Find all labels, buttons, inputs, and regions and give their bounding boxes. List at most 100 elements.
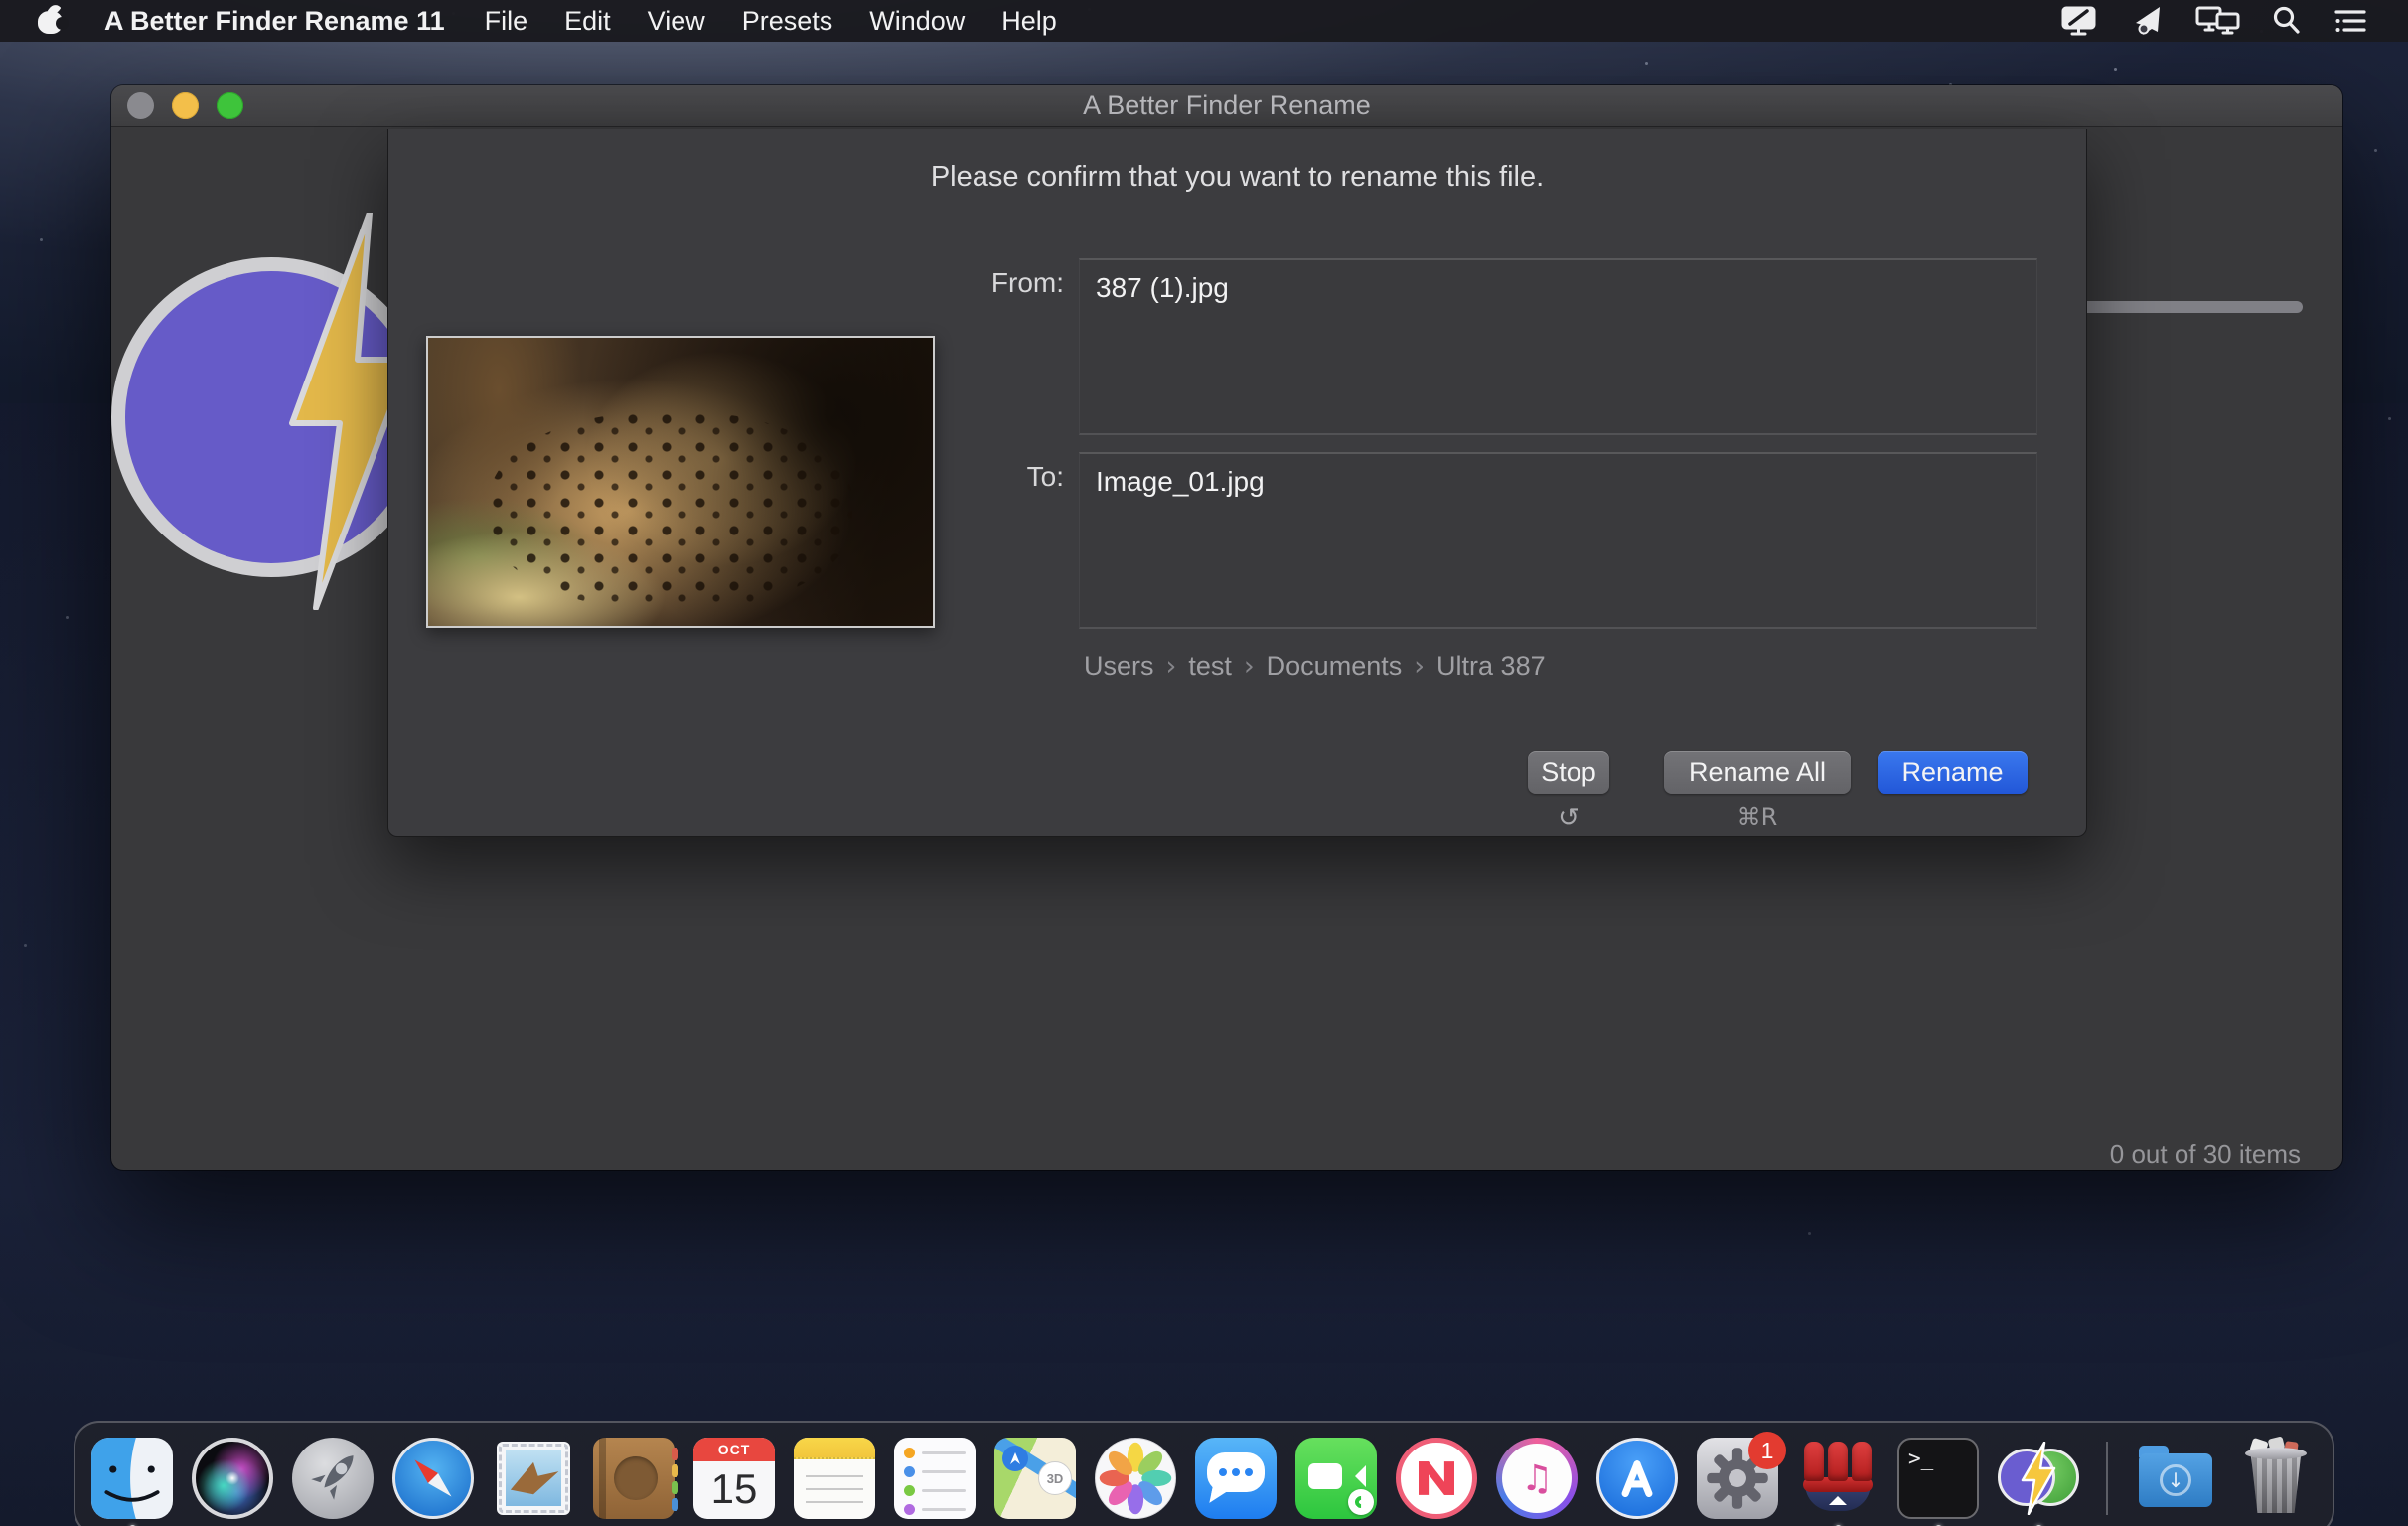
theater-seat [1804, 1442, 1824, 1481]
file-preview-image [426, 336, 935, 628]
dock-item-reminders[interactable] [894, 1438, 976, 1519]
sheet-heading: Please confirm that you want to rename t… [388, 161, 2086, 194]
dock-item-itunes[interactable]: ♫ [1496, 1438, 1578, 1519]
trash-rim [2245, 1448, 2307, 1459]
menu-presets[interactable]: Presets [742, 6, 833, 37]
breadcrumb-separator: › [1414, 651, 1425, 682]
calendar-icon: OCT 15 [693, 1438, 775, 1519]
abfr-bolt-icon [2019, 1442, 2058, 1515]
dock-item-siri[interactable] [192, 1438, 273, 1519]
contacts-book-icon [593, 1438, 675, 1519]
theater-triangle [1829, 1496, 1847, 1505]
app-store-icon [1596, 1438, 1678, 1519]
trash-basket-icon [2247, 1451, 2305, 1513]
breadcrumb-item: Documents [1267, 651, 1403, 681]
stop-button[interactable]: Stop [1528, 751, 1609, 794]
dock-item-system-preferences[interactable]: 1 [1697, 1438, 1778, 1519]
dock-item-contacts[interactable] [593, 1438, 675, 1519]
dock-item-terminal[interactable]: >_ [1897, 1438, 1979, 1519]
stop-reset-icon: ↺ [1528, 803, 1609, 833]
reminders-icon [894, 1438, 976, 1519]
star [2388, 417, 2391, 420]
itunes-note-glyph: ♫ [1502, 1444, 1572, 1513]
star [2374, 149, 2377, 152]
notification-badge: 1 [1748, 1432, 1786, 1469]
dock-item-photos[interactable] [1095, 1438, 1176, 1519]
dock-item-finder[interactable] [91, 1438, 173, 1519]
items-status-text: 0 out of 30 items [2110, 1140, 2301, 1170]
breadcrumb-item: Ultra 387 [1436, 651, 1546, 681]
safari-compass-icon [392, 1438, 474, 1519]
dock-item-notes[interactable] [794, 1438, 875, 1519]
star [2114, 68, 2117, 71]
tablet-display-icon[interactable] [2060, 5, 2100, 37]
terminal-icon: >_ [1897, 1438, 1979, 1519]
star [66, 616, 69, 619]
calendar-month: OCT [693, 1438, 775, 1461]
downloads-folder-icon: ↓ [2139, 1446, 2212, 1507]
breadcrumb-separator: › [1244, 651, 1255, 682]
window-titlebar[interactable]: A Better Finder Rename [111, 85, 2342, 127]
dock-item-better-finder-rename[interactable] [1998, 1438, 2079, 1519]
breadcrumb-item: Users [1084, 651, 1154, 681]
window-title: A Better Finder Rename [111, 90, 2342, 121]
dock-item-facetime[interactable] [1295, 1438, 1377, 1519]
star [24, 944, 27, 947]
photos-pinwheel-icon [1095, 1438, 1176, 1519]
jaguar-spots-texture [489, 412, 852, 608]
menu-edit[interactable]: Edit [564, 6, 611, 37]
menu-file[interactable]: File [485, 6, 528, 37]
rename-all-shortcut: ⌘R [1664, 803, 1851, 831]
itunes-music-icon: ♫ [1496, 1438, 1578, 1519]
star [1645, 62, 1648, 65]
apple-logo-bite [56, 17, 69, 30]
star [1808, 1232, 1811, 1235]
dock-item-theater-seats[interactable] [1797, 1438, 1879, 1519]
launchpad-rocket-icon [292, 1438, 374, 1519]
dock-item-trash[interactable] [2235, 1438, 2317, 1519]
download-arrow: ↓ [2160, 1464, 2191, 1496]
abfr-app-icon-large [111, 257, 431, 577]
maps-3d-badge: 3D [1038, 1461, 1072, 1495]
mail-stamp-icon [497, 1442, 570, 1515]
finder-icon [91, 1438, 173, 1519]
theater-seat [1828, 1442, 1848, 1481]
spotlight-search-icon[interactable] [2271, 5, 2303, 37]
star [40, 238, 43, 241]
maps-icon: 3D [994, 1438, 1076, 1519]
dock-separator [2106, 1442, 2108, 1515]
presenter-remote-icon[interactable] [2130, 5, 2166, 37]
apple-menu-icon[interactable] [38, 8, 63, 34]
menu-window[interactable]: Window [869, 6, 965, 37]
notification-center-icon[interactable] [2333, 6, 2368, 36]
breadcrumb-separator: › [1166, 651, 1177, 682]
dock-item-mail[interactable] [493, 1438, 574, 1519]
facetime-camera-icon [1295, 1438, 1377, 1519]
dock-item-app-store[interactable] [1596, 1438, 1678, 1519]
dock-item-downloads[interactable]: ↓ [2135, 1438, 2216, 1519]
menu-view[interactable]: View [648, 6, 705, 37]
menu-app-name[interactable]: A Better Finder Rename 11 [104, 6, 445, 37]
rename-all-button[interactable]: Rename All [1664, 751, 1851, 794]
calendar-day: 15 [693, 1461, 775, 1517]
theater-seat [1852, 1442, 1872, 1481]
dock-item-calendar[interactable]: OCT 15 [693, 1438, 775, 1519]
to-filename-field[interactable]: Image_01.jpg [1079, 452, 2037, 629]
menu-bar: A Better Finder Rename 11 File Edit View… [0, 0, 2408, 42]
dock-item-messages[interactable] [1195, 1438, 1277, 1519]
breadcrumb-item: test [1188, 651, 1232, 681]
news-icon [1396, 1438, 1477, 1519]
confirm-rename-sheet: Please confirm that you want to rename t… [387, 129, 2087, 837]
dock: OCT 15 3D [74, 1421, 2334, 1526]
menu-help[interactable]: Help [1001, 6, 1057, 37]
dock-item-safari[interactable] [392, 1438, 474, 1519]
app-window: A Better Finder Rename Please confirm th… [111, 85, 2342, 1170]
file-path-breadcrumb: Users › test › Documents › Ultra 387 [1084, 651, 1546, 682]
rename-button[interactable]: Rename [1878, 751, 2028, 794]
dual-displays-icon[interactable] [2195, 5, 2241, 37]
dock-item-news[interactable] [1396, 1438, 1477, 1519]
dock-item-launchpad[interactable] [292, 1438, 374, 1519]
from-filename-field[interactable]: 387 (1).jpg [1079, 258, 2037, 435]
notes-icon [794, 1438, 875, 1519]
dock-item-maps[interactable]: 3D [994, 1438, 1076, 1519]
